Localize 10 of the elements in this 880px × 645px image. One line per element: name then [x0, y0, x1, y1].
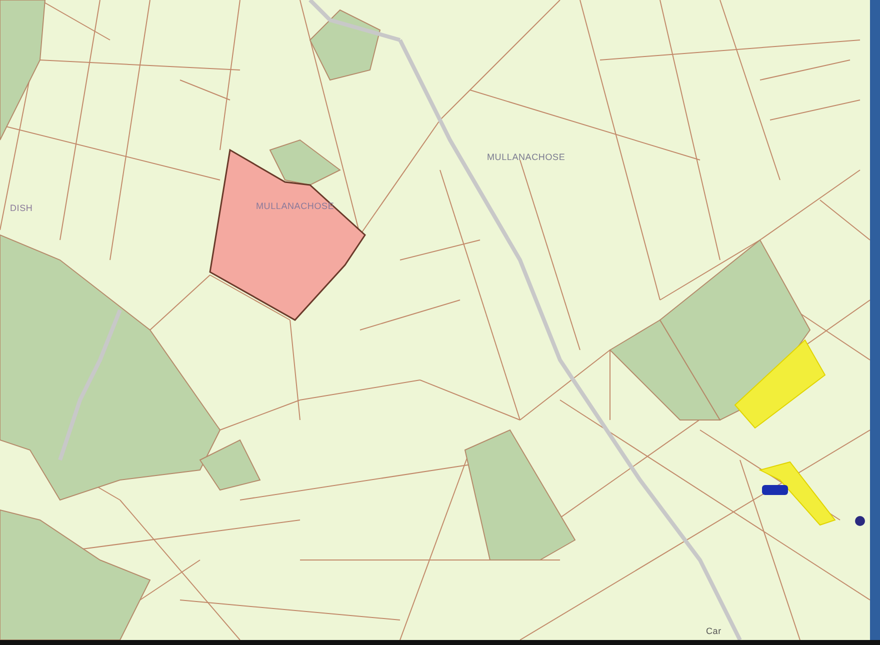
forest-area: [269, 139, 341, 186]
place-label: DISH: [10, 203, 33, 213]
forest-area: [309, 9, 381, 81]
highlighted-plot[interactable]: [758, 461, 836, 526]
place-label: Car: [706, 626, 722, 636]
point-marker-icon[interactable]: [855, 516, 865, 526]
highlighted-parcel[interactable]: [209, 148, 366, 321]
place-label: MULLANACHOSE: [256, 201, 334, 211]
location-marker-icon[interactable]: [762, 485, 788, 495]
place-label: MULLANACHOSE: [487, 152, 566, 162]
